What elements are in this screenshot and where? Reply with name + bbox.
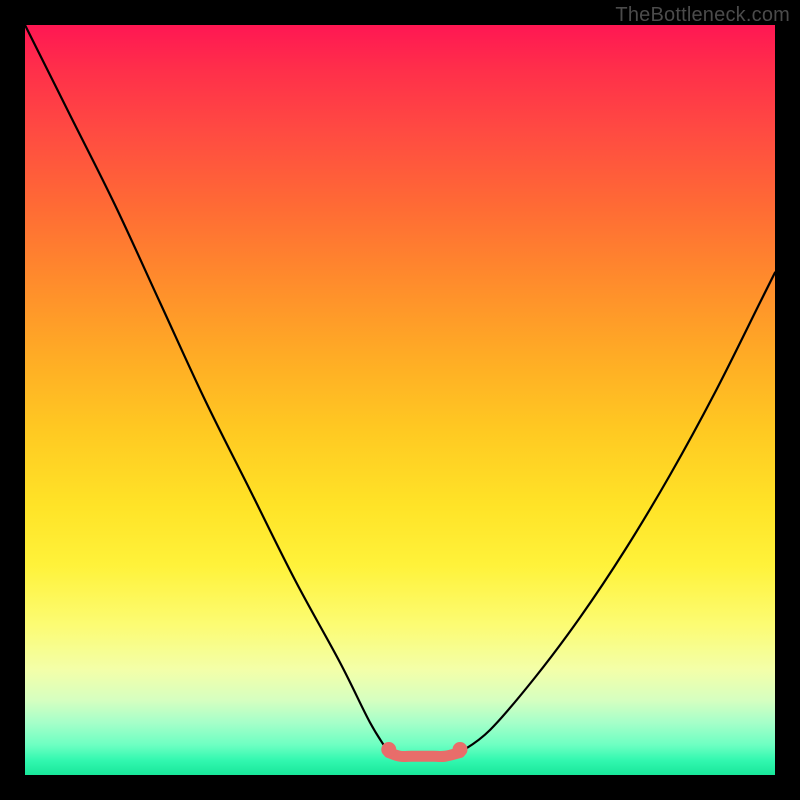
curve-layer — [25, 25, 775, 775]
plot-area — [25, 25, 775, 775]
left-curve — [25, 25, 389, 753]
flat-marker-segment — [381, 742, 467, 757]
watermark-text: TheBottleneck.com — [615, 4, 790, 27]
chart-frame: TheBottleneck.com — [0, 0, 800, 800]
right-curve — [460, 273, 775, 753]
